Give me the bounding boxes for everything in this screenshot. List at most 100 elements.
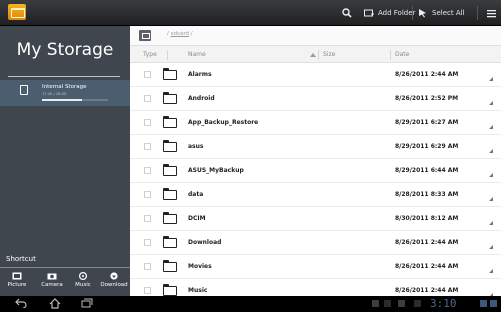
- download-icon: [109, 272, 119, 280]
- row-checkbox[interactable]: [144, 119, 151, 126]
- breadcrumb: / sdcard /: [167, 31, 193, 37]
- shortcut-picture[interactable]: Picture: [2, 272, 32, 288]
- row-corner-icon: [489, 173, 493, 177]
- sort-ascending-icon: [310, 53, 316, 57]
- select-all-button[interactable]: Select All: [418, 0, 465, 26]
- usb-icon[interactable]: [384, 300, 391, 307]
- breadcrumb-separator: /: [189, 31, 193, 37]
- storage-usage-bar: [42, 99, 108, 101]
- row-corner-icon: [489, 221, 493, 225]
- folder-icon: [162, 67, 177, 80]
- row-checkbox[interactable]: [144, 143, 151, 150]
- file-name: Music: [188, 287, 208, 294]
- keyboard-icon[interactable]: [414, 300, 421, 307]
- go-up-folder-icon[interactable]: [139, 30, 151, 41]
- add-folder-button[interactable]: Add Folder: [364, 0, 415, 26]
- file-name: ASUS_MyBackup: [188, 167, 244, 174]
- shortcut-label: Download: [100, 282, 128, 288]
- row-corner-icon: [489, 269, 493, 273]
- file-date: 8/29/2011 6:44 AM: [395, 167, 459, 174]
- column-size[interactable]: Size: [323, 51, 335, 58]
- home-icon[interactable]: [48, 298, 62, 310]
- path-bar: / sdcard /: [130, 26, 501, 45]
- file-name: Movies: [188, 263, 212, 270]
- row-corner-icon: [489, 245, 493, 249]
- file-row[interactable]: asus 8/29/2011 6:29 AM: [130, 135, 501, 159]
- file-date: 8/26/2011 2:52 PM: [395, 95, 459, 102]
- shortcut-heading: Shortcut: [6, 255, 36, 263]
- music-icon: [78, 271, 88, 281]
- internal-storage-item[interactable]: Internal Storage 17.4G / 28.8G: [0, 80, 130, 106]
- file-name: Alarms: [188, 71, 212, 78]
- folder-icon: [162, 235, 177, 248]
- row-checkbox[interactable]: [144, 95, 151, 102]
- file-name: App_Backup_Restore: [188, 119, 259, 126]
- toolbar-divider: [477, 6, 478, 20]
- notification-icon[interactable]: [372, 300, 379, 307]
- column-type[interactable]: Type: [143, 51, 157, 58]
- add-folder-icon: [364, 8, 374, 18]
- file-row[interactable]: Movies 8/26/2011 2:44 AM: [130, 255, 501, 279]
- camera-icon: [47, 272, 57, 280]
- system-bar: 3:10: [0, 296, 501, 312]
- row-corner-icon: [489, 197, 493, 201]
- storage-usage-fill: [42, 99, 82, 101]
- column-date[interactable]: Date: [395, 51, 409, 58]
- shortcut-download[interactable]: Download: [99, 272, 129, 288]
- file-row[interactable]: App_Backup_Restore 8/29/2011 6:27 AM: [130, 111, 501, 135]
- divider: [0, 267, 130, 268]
- search-icon[interactable]: [340, 0, 354, 26]
- shortcut-camera[interactable]: Camera: [37, 272, 67, 288]
- storage-capacity: 17.4G / 28.8G: [42, 92, 67, 96]
- file-row[interactable]: Android 8/26/2011 2:52 PM: [130, 87, 501, 111]
- battery-icon: [490, 300, 497, 307]
- shortcut-music[interactable]: Music: [68, 271, 98, 288]
- row-corner-icon: [489, 101, 493, 105]
- file-row[interactable]: DCIM 8/30/2011 8:12 AM: [130, 207, 501, 231]
- row-checkbox[interactable]: [144, 167, 151, 174]
- back-icon[interactable]: [14, 298, 28, 310]
- divider: [8, 76, 120, 77]
- file-row[interactable]: Alarms 8/26/2011 2:44 AM: [130, 63, 501, 87]
- column-divider: [167, 50, 168, 60]
- shortcut-label: Picture: [7, 282, 27, 288]
- file-date: 8/26/2011 2:44 AM: [395, 263, 459, 270]
- picture-icon: [12, 272, 22, 280]
- column-divider: [318, 50, 319, 60]
- clock[interactable]: 3:10: [430, 297, 457, 310]
- file-date: 8/26/2011 2:44 AM: [395, 239, 459, 246]
- file-manager-app-icon[interactable]: [8, 4, 26, 20]
- toolbar-divider: [412, 6, 413, 20]
- row-checkbox[interactable]: [144, 263, 151, 270]
- row-checkbox[interactable]: [144, 191, 151, 198]
- wifi-icon: [480, 300, 487, 307]
- file-date: 8/29/2011 6:27 AM: [395, 119, 459, 126]
- row-corner-icon: [489, 149, 493, 153]
- cursor-icon: [418, 8, 428, 18]
- file-row[interactable]: data 8/28/2011 8:33 AM: [130, 183, 501, 207]
- column-name[interactable]: Name: [188, 51, 206, 58]
- sd-card-icon: [20, 85, 28, 95]
- overflow-menu-icon[interactable]: [484, 0, 498, 26]
- row-checkbox[interactable]: [144, 215, 151, 222]
- folder-icon: [162, 115, 177, 128]
- screenshot-icon[interactable]: [398, 300, 405, 307]
- add-folder-label: Add Folder: [378, 9, 416, 17]
- file-date: 8/26/2011 2:44 AM: [395, 71, 459, 78]
- file-row[interactable]: ASUS_MyBackup 8/29/2011 6:44 AM: [130, 159, 501, 183]
- file-date: 8/26/2011 2:44 AM: [395, 287, 459, 294]
- recent-apps-icon[interactable]: [80, 298, 94, 310]
- breadcrumb-sdcard[interactable]: sdcard: [171, 31, 189, 37]
- row-checkbox[interactable]: [144, 287, 151, 294]
- folder-icon: [162, 91, 177, 104]
- row-checkbox[interactable]: [144, 239, 151, 246]
- folder-icon: [162, 163, 177, 176]
- shortcut-label: Camera: [41, 282, 63, 288]
- file-name: Download: [188, 239, 222, 246]
- storage-sidebar: My Storage Internal Storage 17.4G / 28.8…: [0, 26, 130, 296]
- folder-icon: [162, 139, 177, 152]
- sidebar-title: My Storage: [16, 40, 114, 60]
- row-checkbox[interactable]: [144, 71, 151, 78]
- file-name: Android: [188, 95, 215, 102]
- file-row[interactable]: Download 8/26/2011 2:44 AM: [130, 231, 501, 255]
